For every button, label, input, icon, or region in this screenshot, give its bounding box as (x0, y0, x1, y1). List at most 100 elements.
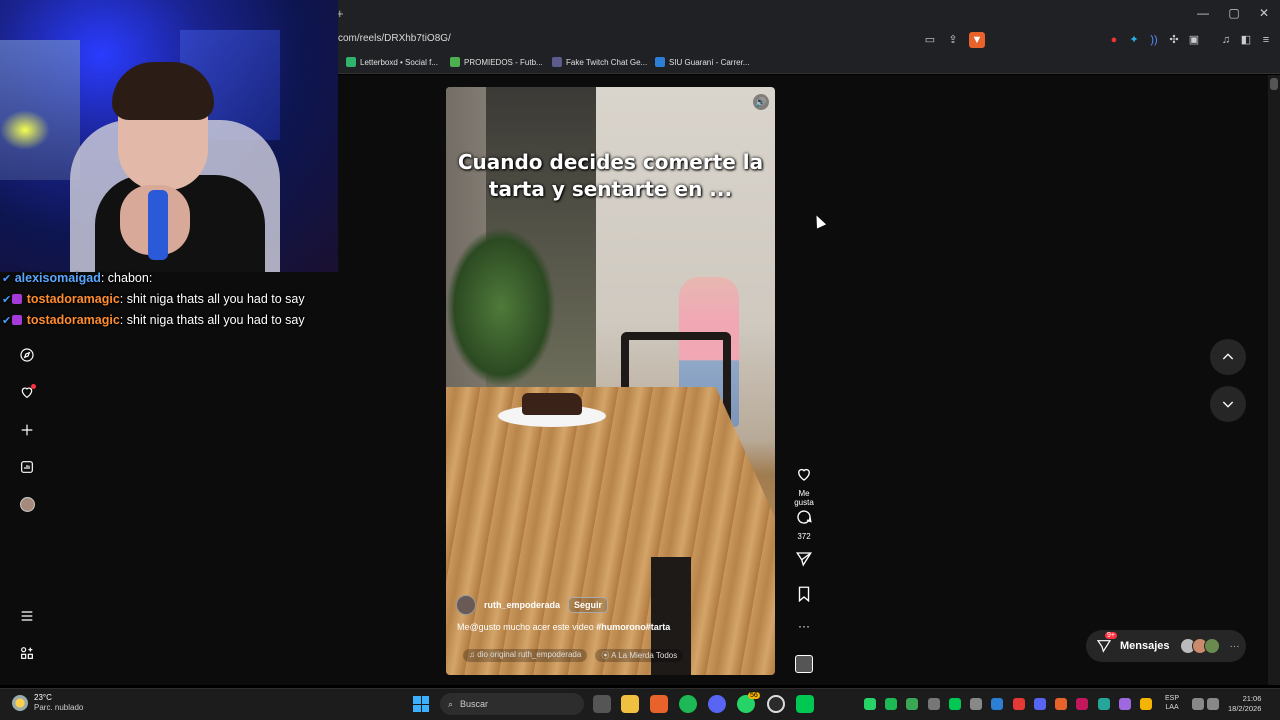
comment-button[interactable]: 372 (788, 508, 820, 541)
chat-text: : shit niga thats all you had to say (119, 292, 305, 306)
windows-start-icon[interactable] (413, 696, 429, 712)
network-icon[interactable] (1192, 698, 1204, 710)
explore-nav-icon[interactable] (17, 345, 37, 365)
author-avatar[interactable] (456, 595, 476, 615)
extension-red-icon[interactable]: ● (1106, 32, 1122, 48)
webcam-led-light (0, 110, 50, 150)
more-options-button[interactable]: ··· (788, 618, 820, 633)
subscriber-badge-icon (12, 294, 23, 304)
weather-widget[interactable]: 23°C Parc. nublado (12, 693, 83, 713)
tray-app7-icon[interactable] (1119, 698, 1131, 710)
verified-check-icon: ✔ (2, 294, 12, 306)
tray-app-icon[interactable] (906, 698, 918, 710)
dashboard-chart-icon[interactable] (17, 457, 37, 477)
extensions-puzzle-icon[interactable]: ✣ (1166, 32, 1182, 48)
tray-brave-icon[interactable] (1055, 698, 1067, 710)
tray-app6-icon[interactable] (1098, 698, 1110, 710)
bookmark-letterboxd[interactable]: Letterboxd • Social f... (346, 57, 438, 67)
temperature: 23°C (34, 693, 52, 702)
tray-green-icon[interactable] (949, 698, 961, 710)
share-icon[interactable]: ⇪ (945, 32, 961, 48)
maximize-button[interactable]: ▢ (1224, 6, 1244, 20)
author-name[interactable]: ruth_empoderada (484, 600, 560, 610)
like-label: Me gusta (794, 489, 814, 507)
follow-button[interactable]: Seguir (568, 597, 609, 613)
search-placeholder: Buscar (460, 699, 489, 709)
twitch-chat-icon (552, 57, 562, 67)
location-link[interactable]: ⦿ A La Mierda Todos (595, 649, 684, 662)
verified-check-icon: ✔ (2, 315, 12, 327)
chat-username: tostadoramagic (26, 313, 120, 327)
create-plus-icon[interactable] (17, 420, 37, 440)
tray-app3-icon[interactable] (991, 698, 1003, 710)
reel-video[interactable]: Cuando decides comerte la tarta y sentar… (446, 87, 775, 675)
media-control-icon[interactable]: ♫ (1218, 32, 1234, 48)
original-audio-link[interactable]: ♫ dio original ruth_empoderada (463, 649, 588, 662)
cast-icon[interactable]: ▭ (922, 32, 938, 48)
chevron-down-icon (1222, 401, 1234, 408)
comments-count: 372 (797, 532, 811, 541)
like-button[interactable]: Me gusta (788, 465, 820, 507)
tray-app5-icon[interactable] (1076, 698, 1088, 710)
bookmark-fake-twitch-chat[interactable]: Fake Twitch Chat Ge... (552, 57, 647, 67)
messages-button[interactable]: 9+ Mensajes ··· (1086, 630, 1246, 662)
minimize-button[interactable]: — (1193, 6, 1213, 20)
volume-icon[interactable] (1207, 698, 1219, 710)
next-reel-button[interactable] (1210, 386, 1246, 422)
brave-browser-icon[interactable] (650, 695, 668, 713)
discord-icon[interactable] (708, 695, 726, 713)
menu-icon[interactable]: ≡ (1258, 32, 1274, 48)
webcam-bottle (148, 190, 168, 260)
chat-text: : shit niga thats all you had to say (119, 313, 305, 327)
previous-reel-button[interactable] (1210, 339, 1246, 375)
audio-thumbnail[interactable] (795, 655, 813, 673)
also-from-meta-icon[interactable] (17, 643, 37, 663)
notification-dot (31, 384, 36, 389)
profile-avatar[interactable] (17, 494, 37, 514)
promiedos-icon (450, 57, 460, 67)
close-window-button[interactable]: ✕ (1254, 6, 1274, 20)
messages-label: Mensajes (1120, 640, 1170, 652)
input-language[interactable]: ESP LAA (1165, 694, 1179, 712)
app-green-icon[interactable] (796, 695, 814, 713)
translate-extension-icon[interactable]: ✦ (1126, 32, 1142, 48)
tray-whatsapp-icon[interactable] (864, 698, 876, 710)
tray-app4-icon[interactable] (1013, 698, 1025, 710)
wallet-icon[interactable]: ▣ (1186, 32, 1202, 48)
reel-author-row: ruth_empoderada Seguir (456, 595, 609, 615)
chat-username: alexisomaigad (14, 271, 101, 285)
brave-shield-icon[interactable]: ▼ (969, 32, 985, 48)
chat-text: : chabon: (100, 271, 153, 285)
messages-more-dots: ··· (1229, 640, 1240, 652)
scrollbar-thumb[interactable] (1270, 78, 1278, 90)
tray-spotify-icon[interactable] (885, 698, 897, 710)
sidebar-toggle-icon[interactable]: ◧ (1238, 32, 1254, 48)
url-text[interactable]: com/reels/DRXhb7tiO8G/ (338, 33, 451, 44)
video-cake (522, 393, 582, 415)
tray-discord-icon[interactable] (1034, 698, 1046, 710)
file-explorer-icon[interactable] (621, 695, 639, 713)
share-button[interactable] (788, 550, 820, 573)
search-icon: ⌕ (448, 698, 454, 709)
audio-extension-icon[interactable]: )) (1146, 32, 1162, 48)
video-caption: Cuando decides comerte la tarta y sentar… (457, 150, 764, 201)
notifications-heart-icon[interactable] (17, 382, 37, 402)
tray-onedrive-icon[interactable] (928, 698, 940, 710)
bookmark-promiedos[interactable]: PROMIEDOS - Futb... (450, 57, 543, 67)
tray-microphone-icon[interactable] (1140, 698, 1152, 710)
audio-toggle-icon[interactable]: 🔊 (753, 94, 769, 110)
obs-studio-icon[interactable] (767, 695, 785, 713)
system-clock[interactable]: 21:06 18/2/2026 (1228, 694, 1261, 714)
save-button[interactable] (788, 585, 820, 608)
chevron-up-icon (1222, 353, 1234, 360)
webcam-overlay (0, 0, 338, 272)
reel-hashtags[interactable]: #humorono#tarta (596, 622, 670, 632)
bookmark-siu-guarani[interactable]: SIU Guaraní - Carrer... (655, 57, 749, 67)
scrollbar[interactable] (1268, 75, 1280, 685)
tray-app2-icon[interactable] (970, 698, 982, 710)
task-view-icon[interactable] (593, 695, 611, 713)
more-menu-icon[interactable] (17, 606, 37, 626)
taskbar-search[interactable]: ⌕ Buscar (440, 693, 584, 715)
spotify-icon[interactable] (679, 695, 697, 713)
message-avatars (1179, 638, 1220, 654)
